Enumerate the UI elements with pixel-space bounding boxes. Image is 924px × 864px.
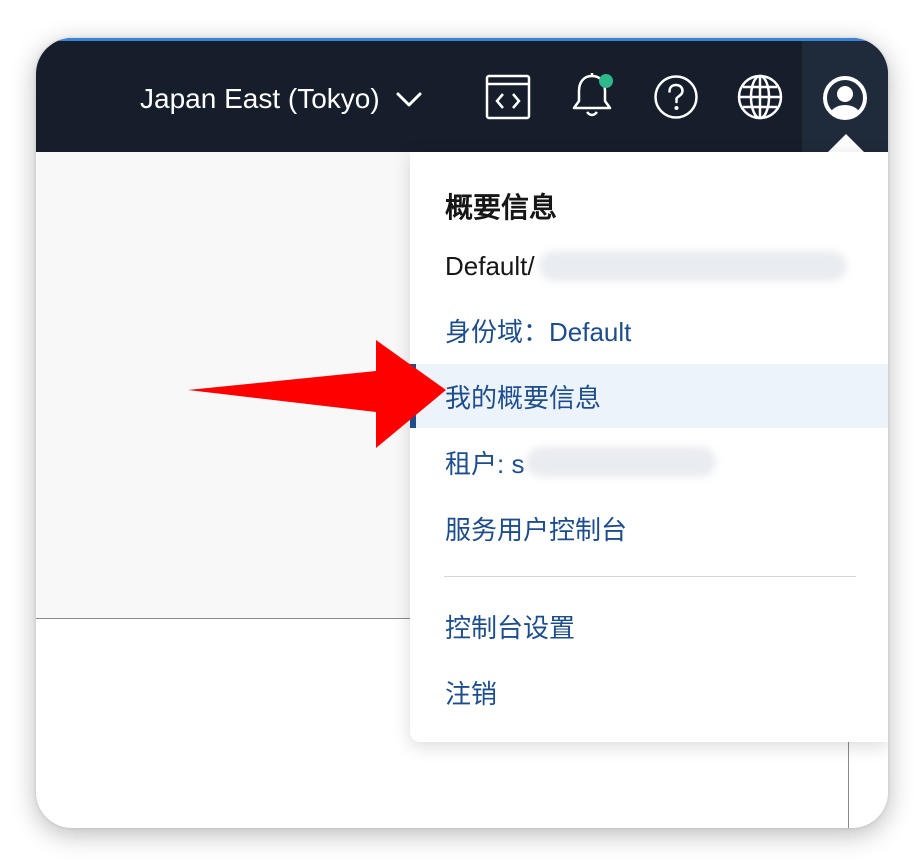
help-button[interactable] xyxy=(652,73,700,121)
chevron-down-icon xyxy=(396,92,422,107)
tenancy-link[interactable]: 租户: s xyxy=(410,430,888,494)
redacted-username xyxy=(538,251,847,281)
tenancy-prefix: 租户: s xyxy=(445,448,525,479)
red-pointer-arrow xyxy=(188,340,446,448)
console-settings-label: 控制台设置 xyxy=(445,612,576,643)
user-avatar-icon xyxy=(823,76,867,120)
menu-caret xyxy=(828,134,864,152)
sign-out-link[interactable]: 注销 xyxy=(410,660,888,724)
identity-domain-link[interactable]: 身份域：Default xyxy=(410,298,888,362)
code-editor-icon xyxy=(485,74,531,120)
language-button[interactable] xyxy=(736,73,784,121)
content-divider xyxy=(36,618,416,619)
menu-heading: 概要信息 xyxy=(445,192,558,223)
my-profile-link[interactable]: 我的概要信息 xyxy=(410,364,888,428)
sign-out-label: 注销 xyxy=(445,678,498,709)
content-border xyxy=(848,738,849,828)
bell-icon xyxy=(572,73,613,117)
redacted-tenancy xyxy=(526,447,717,477)
code-editor-button[interactable] xyxy=(484,73,532,121)
service-user-console-link[interactable]: 服务用户控制台 xyxy=(410,496,888,560)
console-window: Japan East (Tokyo) 概要信息 Default/ 身份域：Def… xyxy=(36,38,888,828)
globe-icon xyxy=(737,74,783,120)
service-user-console-label: 服务用户控制台 xyxy=(445,514,628,545)
notifications-button[interactable] xyxy=(568,73,616,121)
top-navigation-bar: Japan East (Tokyo) xyxy=(36,38,888,155)
console-settings-link[interactable]: 控制台设置 xyxy=(410,594,888,658)
menu-divider xyxy=(444,576,856,577)
help-icon xyxy=(654,75,698,119)
identity-domain-label: 身份域：Default xyxy=(445,316,632,347)
user-name-item: Default/ xyxy=(410,234,888,298)
user-name-prefix: Default/ xyxy=(445,250,535,281)
region-label: Japan East (Tokyo) xyxy=(140,83,380,114)
profile-dropdown-menu: 概要信息 Default/ 身份域：Default 我的概要信息 租户: s 服… xyxy=(410,152,888,742)
region-selector[interactable]: Japan East (Tokyo) xyxy=(140,79,424,119)
notification-dot xyxy=(599,74,613,88)
my-profile-label: 我的概要信息 xyxy=(445,382,602,413)
